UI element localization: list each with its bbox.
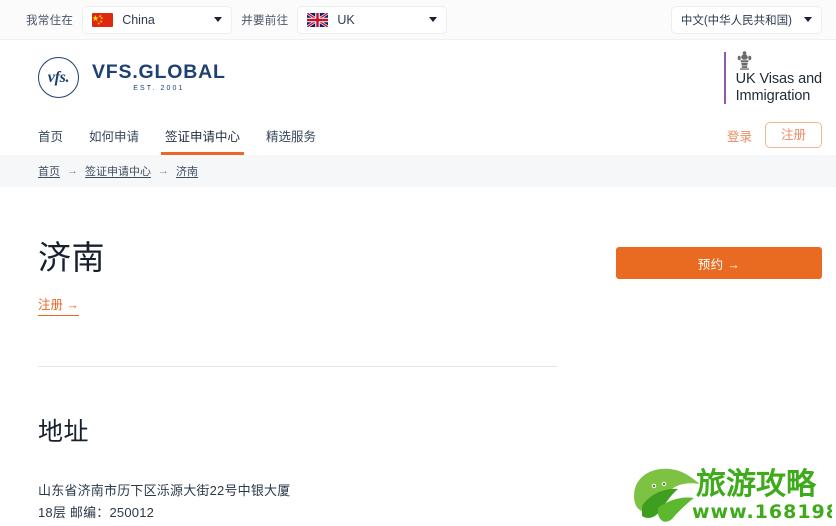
masthead: vfs. VFS.GLOBAL EST. 2001 UK Visas and I… <box>0 40 836 115</box>
brand-name: VFS.GLOBAL <box>92 61 226 84</box>
language-selector-wrap: 中文(中华人民共和国) <box>670 5 822 34</box>
register-button[interactable]: 注册 <box>764 121 822 149</box>
uk-visas-immigration-logo: UK Visas and Immigration <box>723 51 822 104</box>
breadcrumb-bar: 首页 → 签证申请中心 → 济南 <box>0 155 836 187</box>
brand-wordmark: VFS.GLOBAL EST. 2001 <box>92 63 226 92</box>
hero-right: 预约 → <box>616 241 822 279</box>
breadcrumb-separator-icon: → <box>67 165 78 177</box>
nav-item-label: 如何申请 <box>89 129 140 144</box>
signup-link[interactable]: 注册 → <box>38 294 79 316</box>
nav-item-label: 签证申请中心 <box>165 129 241 144</box>
uk-flag-icon <box>307 12 329 27</box>
language-value: 中文(中华人民共和国) <box>680 14 792 27</box>
vfs-monogram-icon: vfs. <box>38 57 79 98</box>
breadcrumb-item-current[interactable]: 济南 <box>176 163 198 179</box>
china-flag-icon <box>92 12 114 27</box>
nav-item-how-to-apply[interactable]: 如何申请 <box>76 115 152 155</box>
breadcrumb: 首页 → 签证申请中心 → 济南 <box>38 163 198 179</box>
residence-country-select[interactable]: China <box>82 5 233 34</box>
hero-section: 济南 注册 → 预约 → <box>38 187 822 316</box>
nav-item-optional-services[interactable]: 精选服务 <box>253 115 329 155</box>
residence-label: 我常住在 <box>26 14 74 27</box>
hero-left: 济南 注册 → <box>38 239 105 316</box>
language-select[interactable]: 中文(中华人民共和国) <box>670 5 822 34</box>
brand-established: EST. 2001 <box>133 84 185 92</box>
section-divider <box>38 365 557 367</box>
nav-item-home[interactable]: 首页 <box>38 115 76 155</box>
destination-country-value: UK <box>337 12 355 27</box>
address-line-2: 18层 邮编：250012 <box>38 505 155 521</box>
royal-crest-icon <box>737 51 751 70</box>
destination-label: 并要前往 <box>241 14 289 27</box>
chevron-down-icon <box>214 17 223 22</box>
nav-item-list: 首页 如何申请 签证申请中心 精选服务 <box>38 115 329 155</box>
chevron-down-icon <box>804 17 812 22</box>
destination-country-select[interactable]: UK <box>297 5 448 34</box>
login-link[interactable]: 登录 <box>727 126 752 145</box>
partner-name-line1: UK Visas and <box>735 71 822 88</box>
page-title: 济南 <box>38 239 105 276</box>
address-block: 山东省济南市历下区泺源大街22号中银大厦 18层 邮编：250012 <box>38 480 822 526</box>
residence-country-value: China <box>122 12 155 27</box>
nav-item-label: 精选服务 <box>266 129 317 144</box>
chevron-down-icon <box>429 17 438 22</box>
account-actions: 登录 注册 <box>727 115 822 155</box>
nav-item-label: 首页 <box>38 129 64 144</box>
main-content: 济南 注册 → 预约 → 地址 山东省济南市历下区泺源大街22号中银大厦 18层… <box>0 187 836 526</box>
breadcrumb-separator-icon: → <box>158 165 169 177</box>
partner-name-line2: Immigration <box>735 87 811 104</box>
address-heading: 地址 <box>38 417 90 446</box>
top-utility-bar: 我常住在 China 并要前往 UK 中文(中华人民共和国) <box>0 0 836 40</box>
primary-navigation: 首页 如何申请 签证申请中心 精选服务 登录 注册 <box>0 115 836 155</box>
locale-selectors: 我常住在 China 并要前往 UK <box>26 5 448 34</box>
book-appointment-button[interactable]: 预约 → <box>616 247 822 279</box>
vfs-global-logo[interactable]: vfs. VFS.GLOBAL EST. 2001 <box>38 57 226 98</box>
breadcrumb-item-home[interactable]: 首页 <box>38 163 60 179</box>
address-line-1: 山东省济南市历下区泺源大街22号中银大厦 <box>38 482 291 498</box>
breadcrumb-item-visa-application-centre[interactable]: 签证申请中心 <box>85 163 151 179</box>
vfs-monogram-text: vfs. <box>47 68 70 86</box>
nav-item-visa-application-centre[interactable]: 签证申请中心 <box>152 115 253 155</box>
